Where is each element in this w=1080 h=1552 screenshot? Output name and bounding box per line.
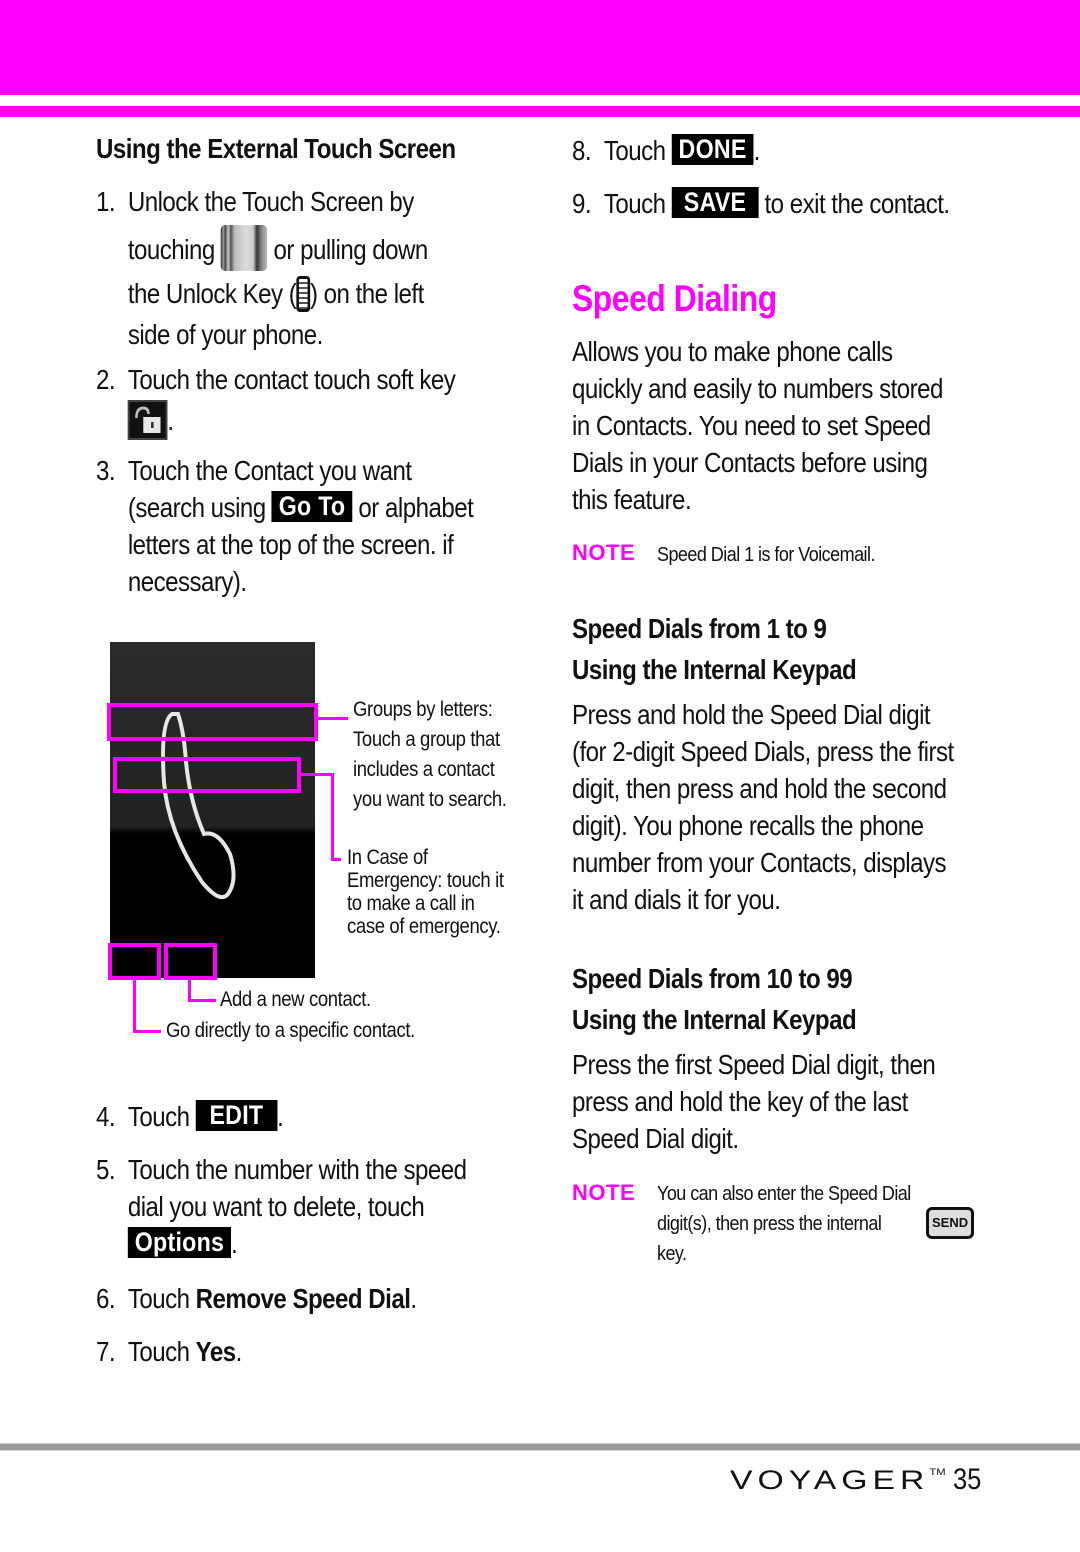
callout-add-contact: Add a new contact. — [220, 988, 371, 1011]
note-label: NOTE — [572, 1180, 636, 1205]
yes-label: Yes — [195, 1336, 236, 1367]
step-number: 3. — [96, 455, 116, 486]
trademark: TM — [929, 1467, 946, 1477]
step-text: . — [277, 1101, 284, 1132]
step-text: Touch the number with the speed — [127, 1154, 467, 1185]
remove-speed-dial-label: Remove Speed Dial — [195, 1283, 411, 1314]
step-text: necessary). — [127, 566, 247, 597]
step-text: (search using — [127, 492, 266, 523]
send-key-icon: SEND — [926, 1207, 975, 1239]
step-text: Unlock the Touch Screen by — [127, 186, 414, 217]
step-text: . — [231, 1228, 238, 1259]
step-text: . — [410, 1283, 417, 1314]
step-text: Touch — [127, 1283, 190, 1314]
header-band — [0, 0, 1080, 95]
step-text: . — [753, 135, 761, 166]
step-4: 4. Touch EDIT. — [96, 1098, 284, 1135]
page-number: 35 — [953, 1463, 982, 1496]
edit-chip: EDIT — [195, 1100, 278, 1131]
note-send-text: You can also enter the Speed Dial digit(… — [657, 1183, 911, 1265]
note-voicemail-text: Speed Dial 1 is for Voicemail. — [657, 544, 875, 566]
done-chip: DONE — [671, 134, 754, 165]
step-text: . — [235, 1336, 243, 1367]
phone-handset-graphic — [161, 712, 236, 899]
step-text: letters at the top of the screen. if — [127, 529, 454, 560]
brand-logo: VOYAGERTM — [730, 1465, 946, 1496]
step-text: touching — [127, 234, 215, 265]
unlock-key-icon — [296, 276, 310, 312]
step-number: 9. — [572, 188, 592, 219]
step-number: 5. — [96, 1154, 116, 1185]
step-7: 7. Touch Yes. — [96, 1333, 242, 1370]
step-2: 2. Touch the contact touch soft key . — [96, 361, 456, 440]
leader-line — [301, 773, 334, 776]
body-1-to-9: Press and hold the Speed Dial digit (for… — [572, 699, 954, 915]
brand-name: VOYAGER — [730, 1465, 930, 1495]
step-text: . — [167, 405, 174, 436]
go-to-chip: Go To — [271, 491, 353, 522]
footer-rule — [0, 1443, 1080, 1451]
step-text: Touch the contact touch soft key — [127, 364, 456, 395]
step-text: Touch — [127, 1336, 190, 1367]
leader-line — [318, 717, 348, 720]
step-text: Touch the Contact you want — [127, 455, 412, 486]
contacts-screen-illustration — [110, 642, 315, 978]
step-text: or alphabet — [358, 492, 474, 523]
leader-line — [331, 858, 341, 861]
add-highlight — [164, 943, 217, 980]
step-text: or pulling down — [273, 234, 429, 265]
step-number: 4. — [96, 1101, 116, 1132]
step-text: Touch — [127, 1101, 190, 1132]
step-number: 1. — [96, 186, 116, 217]
step-text: dial you want to delete, touch — [127, 1191, 425, 1222]
callout-groups: Groups by letters: Touch a group that in… — [353, 698, 507, 811]
body-10-to-99: Press the first Speed Dial digit, then p… — [572, 1049, 936, 1154]
options-chip: Options — [127, 1227, 232, 1258]
step-text: to exit the contact. — [764, 188, 950, 219]
step-9: 9. Touch SAVE to exit the contact. — [572, 185, 950, 222]
step-5: 5. Touch the number with the speed dial y… — [96, 1151, 467, 1262]
step-number: 7. — [96, 1336, 116, 1367]
step-number: 2. — [96, 364, 116, 395]
note-voicemail: NOTE — [572, 540, 635, 566]
note-label: NOTE — [572, 540, 636, 565]
unlock-image-icon — [220, 225, 268, 271]
step-text: Touch — [603, 188, 666, 219]
leader-line — [133, 980, 136, 1033]
send-key-label: SEND — [926, 1207, 975, 1239]
section-heading-external-touch: Using the External Touch Screen — [96, 133, 456, 164]
callout-ice: In Case of Emergency: touch it to make a… — [347, 846, 504, 938]
leader-line — [331, 773, 334, 861]
step-text: side of your phone. — [127, 319, 324, 350]
ice-highlight — [113, 757, 301, 793]
step-6: 6. Touch Remove Speed Dial. — [96, 1280, 417, 1317]
callout-go-to-contact: Go directly to a specific contact. — [166, 1019, 415, 1042]
contact-soft-key-icon — [127, 400, 168, 440]
step-8: 8. Touch DONE. — [572, 132, 760, 169]
leader-line — [133, 1030, 161, 1033]
groups-highlight — [107, 703, 318, 741]
header-stripe — [0, 106, 1080, 117]
step-number: 8. — [572, 135, 592, 166]
step-1: 1. Unlock the Touch Screen by touching or… — [96, 183, 428, 353]
section-title-speed-dialing: Speed Dialing — [572, 278, 777, 319]
step-number: 6. — [96, 1283, 116, 1314]
step-text: ) on the left — [309, 278, 424, 309]
subheading-10-to-99: Speed Dials from 10 to 99 Using the Inte… — [572, 963, 857, 1035]
goto-highlight — [108, 943, 161, 980]
save-chip: SAVE — [671, 187, 759, 218]
step-3: 3. Touch the Contact you want (search usi… — [96, 452, 474, 600]
step-text: Touch — [603, 135, 666, 166]
speed-dialing-intro: Allows you to make phone calls quickly a… — [572, 336, 943, 515]
note-send: NOTE — [572, 1180, 635, 1206]
step-text: the Unlock Key ( — [127, 278, 297, 309]
leader-line — [188, 999, 216, 1002]
subheading-1-to-9: Speed Dials from 1 to 9 Using the Intern… — [572, 613, 857, 685]
